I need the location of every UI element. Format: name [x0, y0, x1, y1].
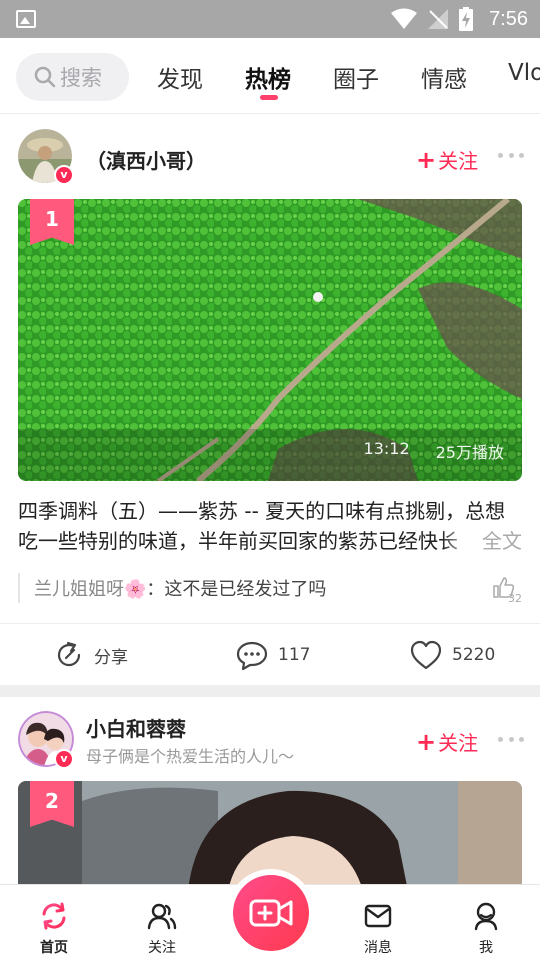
- comment-like-count: 32: [508, 592, 522, 605]
- search-label: 搜索: [60, 66, 102, 90]
- plus-icon: +: [416, 145, 437, 174]
- clock: 7:56: [489, 7, 528, 30]
- mail-icon: [364, 904, 392, 928]
- tab-emotion[interactable]: 情感: [421, 60, 467, 94]
- like-count: 5220: [452, 645, 496, 665]
- top-comment[interactable]: 兰儿姐姐呀🌸 ：这不是已经发过了吗 32: [18, 573, 522, 605]
- comment-like-button[interactable]: 32: [492, 573, 522, 605]
- feed-post: v （滇西小哥） + 关注 1 13:12 25万播放 四季调料（五）——紫苏 …: [0, 115, 540, 685]
- share-button[interactable]: 分享: [54, 640, 128, 670]
- following-icon: [147, 903, 177, 930]
- search-button[interactable]: 搜索: [16, 53, 129, 101]
- like-button[interactable]: 5220: [410, 640, 495, 670]
- nav-home-label: 首页: [40, 940, 68, 956]
- bottom-navigation: 首页 关注 消息 我: [0, 875, 540, 960]
- tab-circles[interactable]: 圈子: [333, 60, 379, 94]
- nav-messages-label: 消息: [364, 940, 392, 956]
- video-camera-plus-icon: [249, 899, 293, 927]
- heart-icon: [410, 640, 442, 670]
- share-icon: [57, 641, 81, 667]
- post-body: 四季调料（五）——紫苏 -- 夏天的口味有点挑剔，总想吃一些特别的味道，半年前买…: [18, 499, 506, 553]
- verified-badge: v: [54, 749, 74, 769]
- nav-me[interactable]: 我: [456, 901, 516, 957]
- comment-button[interactable]: 117: [236, 640, 310, 670]
- tab-hot-list[interactable]: 热榜: [245, 60, 291, 94]
- post-divider: [0, 685, 540, 697]
- create-video-button[interactable]: [233, 875, 309, 951]
- nav-messages[interactable]: 消息: [348, 901, 408, 957]
- author-name[interactable]: 小白和蓉蓉: [86, 713, 186, 742]
- profile-icon: [474, 902, 498, 931]
- image-notification-icon: [16, 10, 36, 28]
- feed-post: v 小白和蓉蓉 母子俩是个热爱生活的人儿～ + 关注 2: [0, 697, 540, 891]
- search-icon: [34, 66, 56, 88]
- plus-icon: +: [416, 727, 437, 756]
- follow-label: 关注: [438, 731, 479, 755]
- no-signal-icon: [428, 9, 449, 29]
- more-options-button[interactable]: [498, 737, 524, 743]
- nav-me-label: 我: [479, 940, 493, 956]
- video-cover[interactable]: 1 13:12 25万播放: [18, 199, 522, 481]
- follow-button[interactable]: + 关注: [416, 727, 478, 756]
- comment-icon: [236, 641, 268, 670]
- follow-button[interactable]: + 关注: [416, 145, 478, 174]
- top-tab-bar: 搜索 发现 热榜 圈子 情感 Vlo: [0, 38, 540, 114]
- author-bio: 母子俩是个热爱生活的人儿～: [86, 747, 295, 766]
- nav-home[interactable]: 首页: [24, 901, 84, 957]
- battery-charging-icon: [459, 7, 474, 31]
- post-action-bar: 分享 117 5220: [0, 623, 540, 687]
- play-count: 25万播放: [435, 443, 504, 462]
- share-label: 分享: [94, 647, 128, 668]
- more-options-button[interactable]: [498, 153, 524, 159]
- refresh-home-icon: [42, 902, 66, 930]
- video-meta: 13:12 25万播放: [364, 439, 504, 463]
- comment-text: ：这不是已经发过了吗: [146, 579, 327, 600]
- tab-discover[interactable]: 发现: [157, 60, 203, 94]
- verified-badge: v: [54, 165, 74, 185]
- tab-vlog[interactable]: Vlo: [508, 60, 540, 86]
- expand-link[interactable]: 全文: [442, 526, 522, 556]
- author-name[interactable]: （滇西小哥）: [86, 145, 206, 174]
- post-text[interactable]: 四季调料（五）——紫苏 -- 夏天的口味有点挑剔，总想吃一些特别的味道，半年前买…: [18, 496, 522, 556]
- video-duration: 13:12: [363, 439, 410, 458]
- nav-following-label: 关注: [148, 940, 176, 956]
- status-bar: 7:56: [0, 0, 540, 38]
- active-tab-indicator: [260, 95, 278, 100]
- wifi-icon: [391, 8, 418, 29]
- comment-count: 117: [278, 645, 311, 665]
- nav-following[interactable]: 关注: [132, 901, 192, 957]
- comment-author[interactable]: 兰儿姐姐呀🌸: [34, 575, 146, 601]
- follow-label: 关注: [438, 149, 479, 173]
